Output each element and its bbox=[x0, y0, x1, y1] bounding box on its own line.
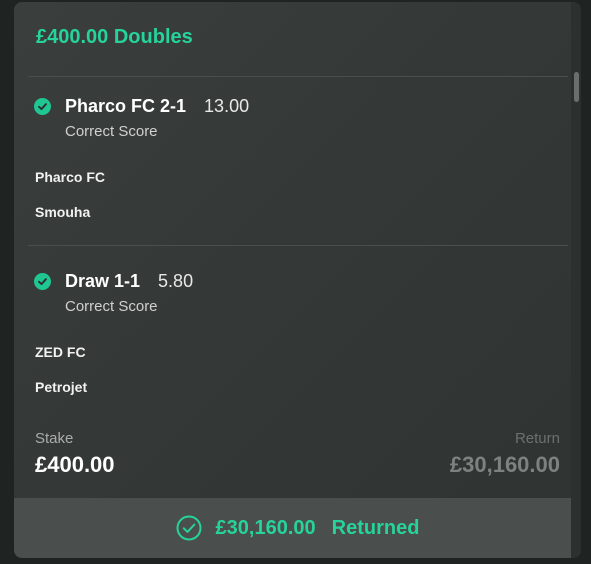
scrollbar[interactable] bbox=[571, 2, 581, 558]
selection-market: Correct Score bbox=[65, 123, 158, 140]
returned-status: Returned bbox=[331, 516, 420, 539]
away-team: Petrojet bbox=[35, 379, 88, 395]
divider bbox=[28, 76, 568, 77]
returned-banner: £30,160.00 Returned bbox=[14, 498, 581, 558]
stake-value: £400.00 bbox=[35, 452, 115, 477]
selection-2: Draw 1-1 5.80 Correct Score bbox=[34, 268, 554, 315]
stake-label: Stake bbox=[35, 430, 74, 447]
divider bbox=[28, 245, 568, 246]
return-label: Return bbox=[514, 430, 560, 447]
selection-odds: 5.80 bbox=[158, 270, 194, 291]
check-outline-circle-icon bbox=[176, 515, 202, 541]
check-circle-icon bbox=[34, 97, 51, 115]
bet-title: £400.00 Doubles bbox=[36, 26, 193, 48]
selection-name: Pharco FC 2-1 bbox=[65, 95, 187, 116]
returned-amount: £30,160.00 bbox=[215, 516, 316, 539]
check-circle-icon bbox=[34, 272, 51, 290]
return-value: £30,160.00 bbox=[449, 452, 560, 477]
home-team: ZED FC bbox=[35, 344, 86, 360]
scrollbar-thumb[interactable] bbox=[574, 72, 579, 102]
home-team: Pharco FC bbox=[35, 169, 106, 185]
selection-odds: 13.00 bbox=[204, 95, 250, 116]
selection-market: Correct Score bbox=[65, 298, 158, 315]
away-team: Smouha bbox=[35, 204, 91, 220]
bet-card: £400.00 Doubles Pharco FC 2-1 13.00 Corr… bbox=[14, 2, 581, 558]
selection-name: Draw 1-1 bbox=[65, 270, 141, 291]
selection-1: Pharco FC 2-1 13.00 Correct Score bbox=[34, 93, 554, 140]
